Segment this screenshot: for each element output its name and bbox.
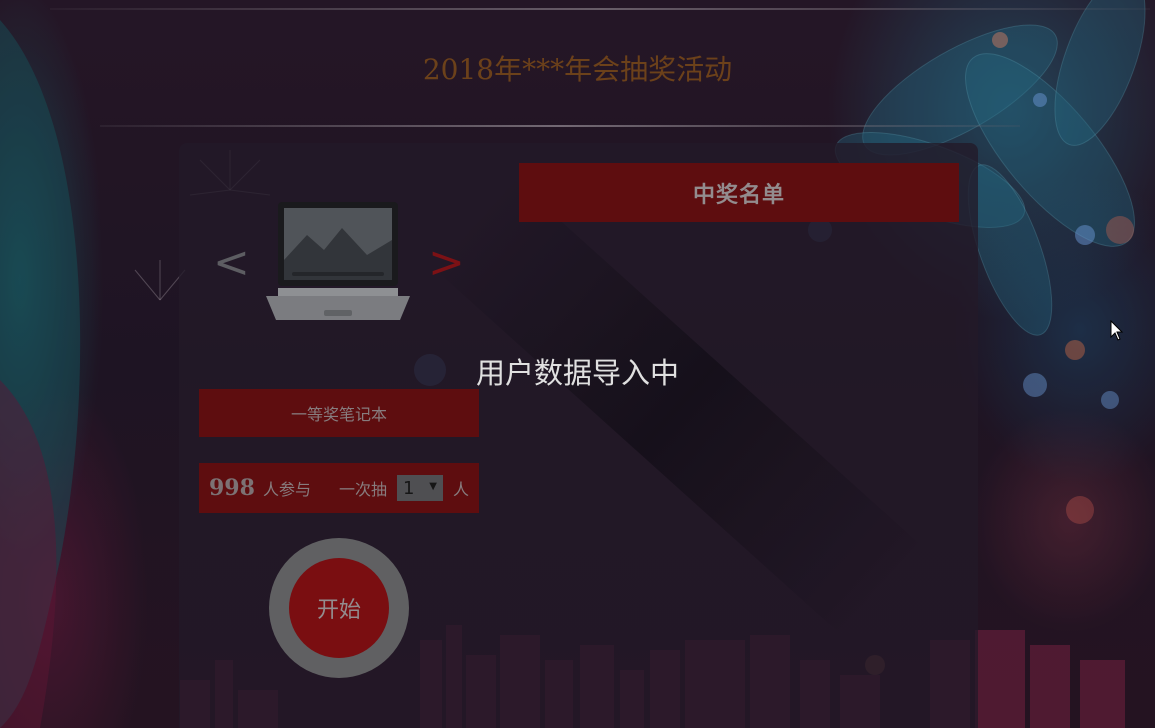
- lottery-page: 2018年***年会抽奖活动 中奖名单 < > 用户数据导入中 一等奖笔记本 9…: [0, 0, 1155, 728]
- loading-overlay: [0, 0, 1155, 728]
- mouse-cursor-icon: [1110, 320, 1124, 341]
